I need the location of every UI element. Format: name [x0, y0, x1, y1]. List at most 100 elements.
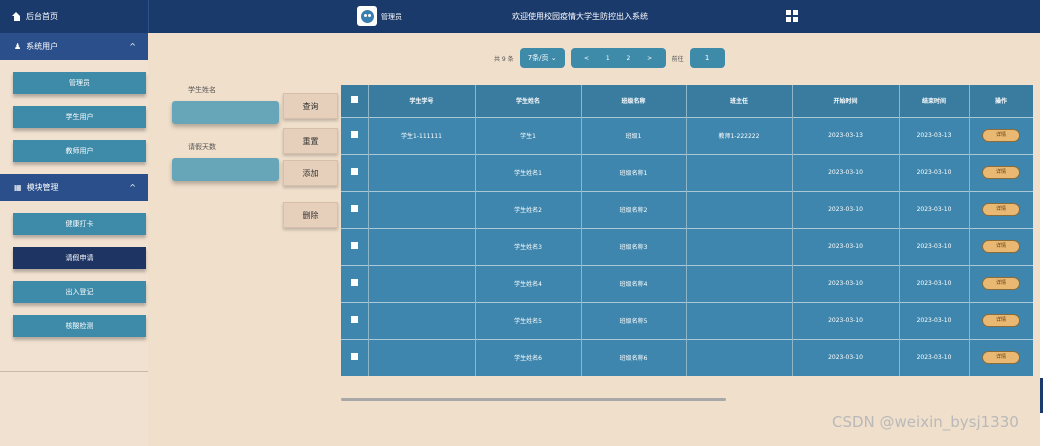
table-row: 学生姓名6 班级名称6 2023-03-10 2023-03-10 详情 [341, 338, 1033, 376]
table-cell: 班级名称3 [581, 227, 687, 265]
row-checkbox[interactable] [341, 264, 369, 302]
sidebar-item-teacher-users[interactable]: 教师用户 [13, 140, 146, 162]
leave-table: 学生学号 学生姓名 班级名称 班主任 开始时间 结束时间 操作 学生1-1111… [341, 85, 1033, 401]
pagination: 共 9 条 7条/页 ⌄ < 1 2 > 前往 1 [494, 48, 725, 68]
sidebar-group-system-users[interactable]: ♟ 系统用户 ^ [0, 33, 148, 60]
sidebar-item-health-checkin[interactable]: 健康打卡 [13, 213, 146, 235]
sidebar-item-entry-registration[interactable]: 出入登记 [13, 281, 146, 303]
avatar[interactable] [357, 6, 377, 26]
table-cell: 2023-03-10 [899, 227, 970, 265]
table-cell: 班级名称2 [581, 190, 687, 228]
table-cell: 2023-03-10 [899, 264, 970, 302]
sidebar-item-nucleic-test[interactable]: 核酸检测 [13, 315, 146, 337]
detail-button[interactable]: 详情 [982, 351, 1020, 365]
main-content: 共 9 条 7条/页 ⌄ < 1 2 > 前往 1 学生姓名 请假天数 查询 重… [148, 33, 1040, 446]
detail-button[interactable]: 详情 [982, 277, 1020, 290]
table-cell [686, 190, 793, 228]
home-label: 后台首页 [26, 12, 58, 21]
table-cell: 班级名称1 [581, 153, 687, 191]
table-row: 学生姓名1 班级名称1 2023-03-10 2023-03-10 详情 [341, 153, 1033, 191]
table-cell: 学生姓名3 [475, 227, 582, 265]
table-cell: 2023-03-10 [899, 190, 970, 228]
page-size-select[interactable]: 7条/页 ⌄ [519, 48, 565, 68]
table-cell: 学生姓名5 [475, 301, 582, 339]
leave-days-label: 请假天数 [188, 143, 216, 151]
query-button[interactable]: 查询 [283, 93, 338, 119]
column-header: 学生姓名 [475, 85, 582, 117]
sidebar-item-leave-request[interactable]: 请假申请 [13, 247, 146, 269]
actions-cell: 详情 [969, 153, 1033, 191]
user-role: 管理员 [381, 13, 402, 21]
select-all-checkbox[interactable] [341, 85, 369, 117]
column-header: 班主任 [686, 85, 793, 117]
page-title: 欢迎使用校园疫情大学生防控出入系统 [512, 12, 648, 21]
table-cell: 班级名称5 [581, 301, 687, 339]
sidebar-item-student-users[interactable]: 学生用户 [13, 106, 146, 128]
table-horizontal-scrollbar[interactable] [341, 398, 726, 401]
table-cell: 班级名称4 [581, 264, 687, 302]
table-cell: 2023-03-13 [899, 116, 970, 154]
actions-cell: 详情 [969, 190, 1033, 228]
page-numbers: < 1 2 > [570, 48, 666, 68]
detail-button[interactable]: 详情 [982, 314, 1020, 327]
table-row: 学生姓名3 班级名称3 2023-03-10 2023-03-10 详情 [341, 227, 1033, 265]
prev-page-button[interactable]: < [584, 55, 589, 62]
sidebar-group-label: 系统用户 [26, 42, 59, 51]
add-button[interactable]: 添加 [283, 160, 338, 186]
student-name-label: 学生姓名 [188, 86, 216, 94]
student-name-input[interactable] [172, 101, 279, 124]
sidebar-divider [0, 371, 148, 372]
reset-button[interactable]: 重置 [283, 128, 338, 154]
grid-icon: ▦ [14, 183, 22, 192]
detail-button[interactable]: 详情 [982, 203, 1020, 216]
column-header: 操作 [969, 85, 1033, 117]
leave-days-input[interactable] [172, 158, 279, 181]
row-checkbox[interactable] [341, 227, 369, 265]
detail-button[interactable]: 详情 [982, 240, 1020, 253]
actions-cell: 详情 [969, 264, 1033, 302]
detail-button[interactable]: 详情 [982, 166, 1020, 179]
pagination-total: 共 9 条 [494, 55, 514, 63]
column-header: 学生学号 [368, 85, 476, 117]
table-cell: 学生1-111111 [368, 116, 476, 154]
row-checkbox[interactable] [341, 153, 369, 191]
next-page-button[interactable]: > [647, 55, 652, 62]
row-checkbox[interactable] [341, 190, 369, 228]
sidebar: ♟ 系统用户 ^ 管理员 学生用户 教师用户 ▦ 模块管理 ^ 健康打卡 请假申… [0, 33, 148, 446]
table-cell [368, 153, 476, 191]
page-1-button[interactable]: 1 [606, 55, 610, 62]
row-checkbox[interactable] [341, 338, 369, 376]
table-cell [368, 264, 476, 302]
home-link[interactable]: 后台首页 [12, 11, 58, 22]
table-row: 学生1-111111 学生1 班级1 教师1-222222 2023-03-13 2023… [341, 116, 1033, 154]
home-icon [12, 12, 21, 21]
table-cell: 2023-03-10 [792, 301, 900, 339]
table-cell [686, 264, 793, 302]
table-cell: 班级1 [581, 116, 687, 154]
table-row: 学生姓名5 班级名称5 2023-03-10 2023-03-10 详情 [341, 301, 1033, 339]
table-cell: 学生1 [475, 116, 582, 154]
detail-button[interactable]: 详情 [982, 129, 1020, 142]
table-cell [686, 227, 793, 265]
grid-icon[interactable] [786, 10, 798, 22]
goto-label: 前往 [671, 55, 684, 63]
column-header: 开始时间 [792, 85, 900, 117]
goto-page-input[interactable]: 1 [689, 48, 725, 68]
table-cell: 学生姓名2 [475, 190, 582, 228]
table-cell: 2023-03-10 [899, 338, 970, 376]
row-checkbox[interactable] [341, 301, 369, 339]
table-cell: 2023-03-10 [792, 153, 900, 191]
table-cell: 学生姓名1 [475, 153, 582, 191]
sidebar-item-admin[interactable]: 管理员 [13, 72, 146, 94]
chevron-up-icon: ^ [129, 183, 136, 192]
sidebar-group-module-management[interactable]: ▦ 模块管理 ^ [0, 174, 148, 201]
actions-cell: 详情 [969, 227, 1033, 265]
delete-button[interactable]: 删除 [283, 202, 338, 228]
table-cell [368, 190, 476, 228]
actions-cell: 详情 [969, 301, 1033, 339]
table-cell [368, 301, 476, 339]
table-cell: 2023-03-10 [792, 190, 900, 228]
page-2-button[interactable]: 2 [627, 55, 631, 62]
table-cell: 教师1-222222 [686, 116, 793, 154]
row-checkbox[interactable] [341, 116, 369, 154]
